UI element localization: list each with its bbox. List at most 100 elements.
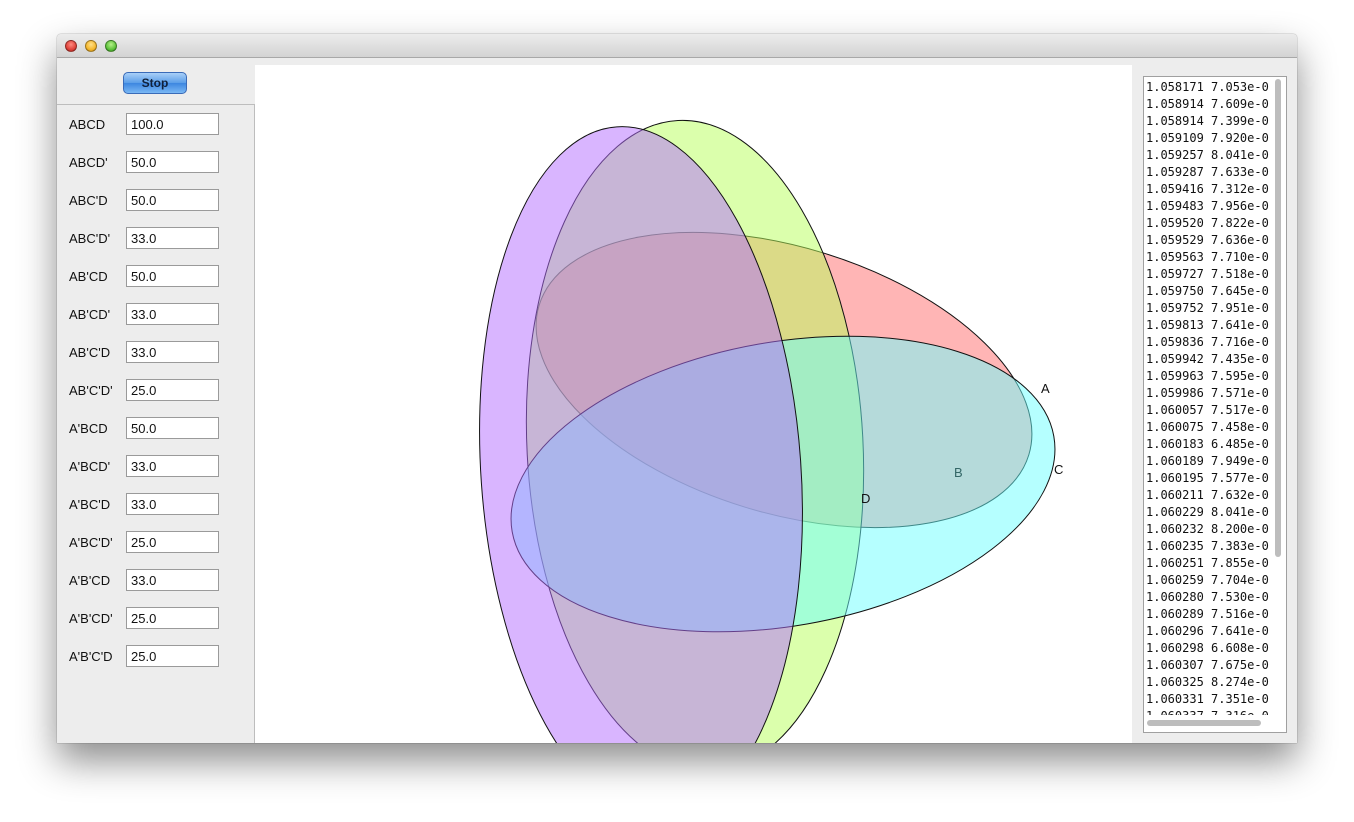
field-value-input[interactable] [126, 303, 219, 325]
set-b-label: B [954, 465, 963, 480]
log-line: 1.058171 7.053e-0 [1146, 80, 1269, 94]
log-line: 1.059752 7.951e-0 [1146, 301, 1269, 315]
minimize-window-icon[interactable] [85, 40, 97, 52]
field-label: A'B'C'D [69, 649, 113, 664]
log-line: 1.059483 7.956e-0 [1146, 199, 1269, 213]
field-row: A'BCD' [57, 455, 254, 479]
log-list[interactable]: 1.058171 7.053e-0 1.058914 7.609e-0 1.0589… [1143, 76, 1287, 733]
field-row: ABC'D' [57, 227, 254, 251]
field-label: A'BC'D' [69, 535, 113, 550]
field-label: AB'CD [69, 269, 108, 284]
field-row: ABCD [57, 113, 254, 137]
log-line: 1.060296 7.641e-0 [1146, 624, 1269, 638]
log-line: 1.059963 7.595e-0 [1146, 369, 1269, 383]
field-label: AB'CD' [69, 307, 111, 322]
log-line: 1.059287 7.633e-0 [1146, 165, 1269, 179]
field-value-input[interactable] [126, 379, 219, 401]
field-value-input[interactable] [126, 189, 219, 211]
log-line: 1.060280 7.530e-0 [1146, 590, 1269, 604]
venn-diagram: A B C D [479, 119, 1063, 743]
field-row: AB'C'D' [57, 379, 254, 403]
log-line: 1.060325 8.274e-0 [1146, 675, 1269, 689]
field-value-input[interactable] [126, 645, 219, 667]
field-value-input[interactable] [126, 493, 219, 515]
close-window-icon[interactable] [65, 40, 77, 52]
field-label: A'B'CD' [69, 611, 113, 626]
log-line: 1.059942 7.435e-0 [1146, 352, 1269, 366]
log-line: 1.058914 7.399e-0 [1146, 114, 1269, 128]
log-line: 1.060259 7.704e-0 [1146, 573, 1269, 587]
venn-diagram-canvas: A B C D [255, 65, 1132, 743]
zoom-window-icon[interactable] [105, 40, 117, 52]
field-row: A'BC'D' [57, 531, 254, 555]
log-line: 1.060183 6.485e-0 [1146, 437, 1269, 451]
log-line: 1.060057 7.517e-0 [1146, 403, 1269, 417]
field-label: ABC'D' [69, 231, 111, 246]
field-value-input[interactable] [126, 455, 219, 477]
field-label: ABCD [69, 117, 106, 132]
title-bar[interactable] [57, 34, 1297, 58]
field-label: A'BCD' [69, 459, 111, 474]
field-value-input[interactable] [126, 417, 219, 439]
log-line: 1.060251 7.855e-0 [1146, 556, 1269, 570]
log-line: 1.059986 7.571e-0 [1146, 386, 1269, 400]
log-line: 1.060331 7.351e-0 [1146, 692, 1269, 706]
region-fields: ABCD ABCD' ABC'D ABC'D' AB'CD AB'CD' AB'C'D AB'… [57, 104, 255, 743]
app-window: Stop ABCDABCD'ABC'DABC'D'AB'CDAB'CD'AB'C… [57, 34, 1297, 743]
log-line: 1.060211 7.632e-0 [1146, 488, 1269, 502]
field-row: AB'CD' [57, 303, 254, 327]
log-line: 1.060195 7.577e-0 [1146, 471, 1269, 485]
log-line: 1.059750 7.645e-0 [1146, 284, 1269, 298]
log-lines: 1.058171 7.053e-0 1.058914 7.609e-0 1.0589… [1146, 79, 1271, 715]
field-value-input[interactable] [126, 569, 219, 591]
log-line: 1.060189 7.949e-0 [1146, 454, 1269, 468]
set-d-label: D [861, 491, 870, 506]
log-line: 1.060337 7.316e-0 [1146, 708, 1271, 715]
field-value-input[interactable] [126, 151, 219, 173]
log-line: 1.060232 8.200e-0 [1146, 522, 1269, 536]
field-label: AB'C'D [69, 345, 111, 360]
log-line: 1.060229 8.041e-0 [1146, 505, 1269, 519]
field-row: ABC'D [57, 189, 254, 213]
log-panel: 1.058171 7.053e-0 1.058914 7.609e-0 1.0589… [1132, 58, 1297, 743]
log-line: 1.060289 7.516e-0 [1146, 607, 1269, 621]
field-label: A'BCD [69, 421, 108, 436]
log-line: 1.059563 7.710e-0 [1146, 250, 1269, 264]
field-value-input[interactable] [126, 531, 219, 553]
field-row: AB'C'D [57, 341, 254, 365]
field-value-input[interactable] [126, 341, 219, 363]
log-line: 1.060298 6.608e-0 [1146, 641, 1269, 655]
field-value-input[interactable] [126, 227, 219, 249]
set-a-label: A [1041, 381, 1050, 396]
set-c-label: C [1054, 462, 1063, 477]
field-label: ABCD' [69, 155, 108, 170]
log-line: 1.059520 7.822e-0 [1146, 216, 1269, 230]
log-line: 1.059529 7.636e-0 [1146, 233, 1269, 247]
log-line: 1.059813 7.641e-0 [1146, 318, 1269, 332]
log-line: 1.059109 7.920e-0 [1146, 131, 1269, 145]
log-line: 1.060075 7.458e-0 [1146, 420, 1269, 434]
stop-button[interactable]: Stop [123, 72, 187, 94]
field-label: A'BC'D [69, 497, 111, 512]
log-line: 1.060307 7.675e-0 [1146, 658, 1269, 672]
field-row: A'BCD [57, 417, 254, 441]
field-value-input[interactable] [126, 265, 219, 287]
field-label: ABC'D [69, 193, 108, 208]
field-row: A'B'C'D [57, 645, 254, 669]
vertical-scrollbar[interactable] [1275, 79, 1281, 557]
log-line: 1.060235 7.383e-0 [1146, 539, 1269, 553]
field-value-input[interactable] [126, 113, 219, 135]
log-line: 1.059257 8.041e-0 [1146, 148, 1269, 162]
horizontal-scrollbar[interactable] [1147, 720, 1261, 726]
log-line: 1.059727 7.518e-0 [1146, 267, 1269, 281]
log-line: 1.059836 7.716e-0 [1146, 335, 1269, 349]
field-label: AB'C'D' [69, 383, 113, 398]
venn-ellipses [479, 119, 1056, 743]
field-value-input[interactable] [126, 607, 219, 629]
log-line: 1.059416 7.312e-0 [1146, 182, 1269, 196]
field-row: AB'CD [57, 265, 254, 289]
field-row: A'B'CD' [57, 607, 254, 631]
log-line: 1.058914 7.609e-0 [1146, 97, 1269, 111]
field-row: A'B'CD [57, 569, 254, 593]
field-row: ABCD' [57, 151, 254, 175]
